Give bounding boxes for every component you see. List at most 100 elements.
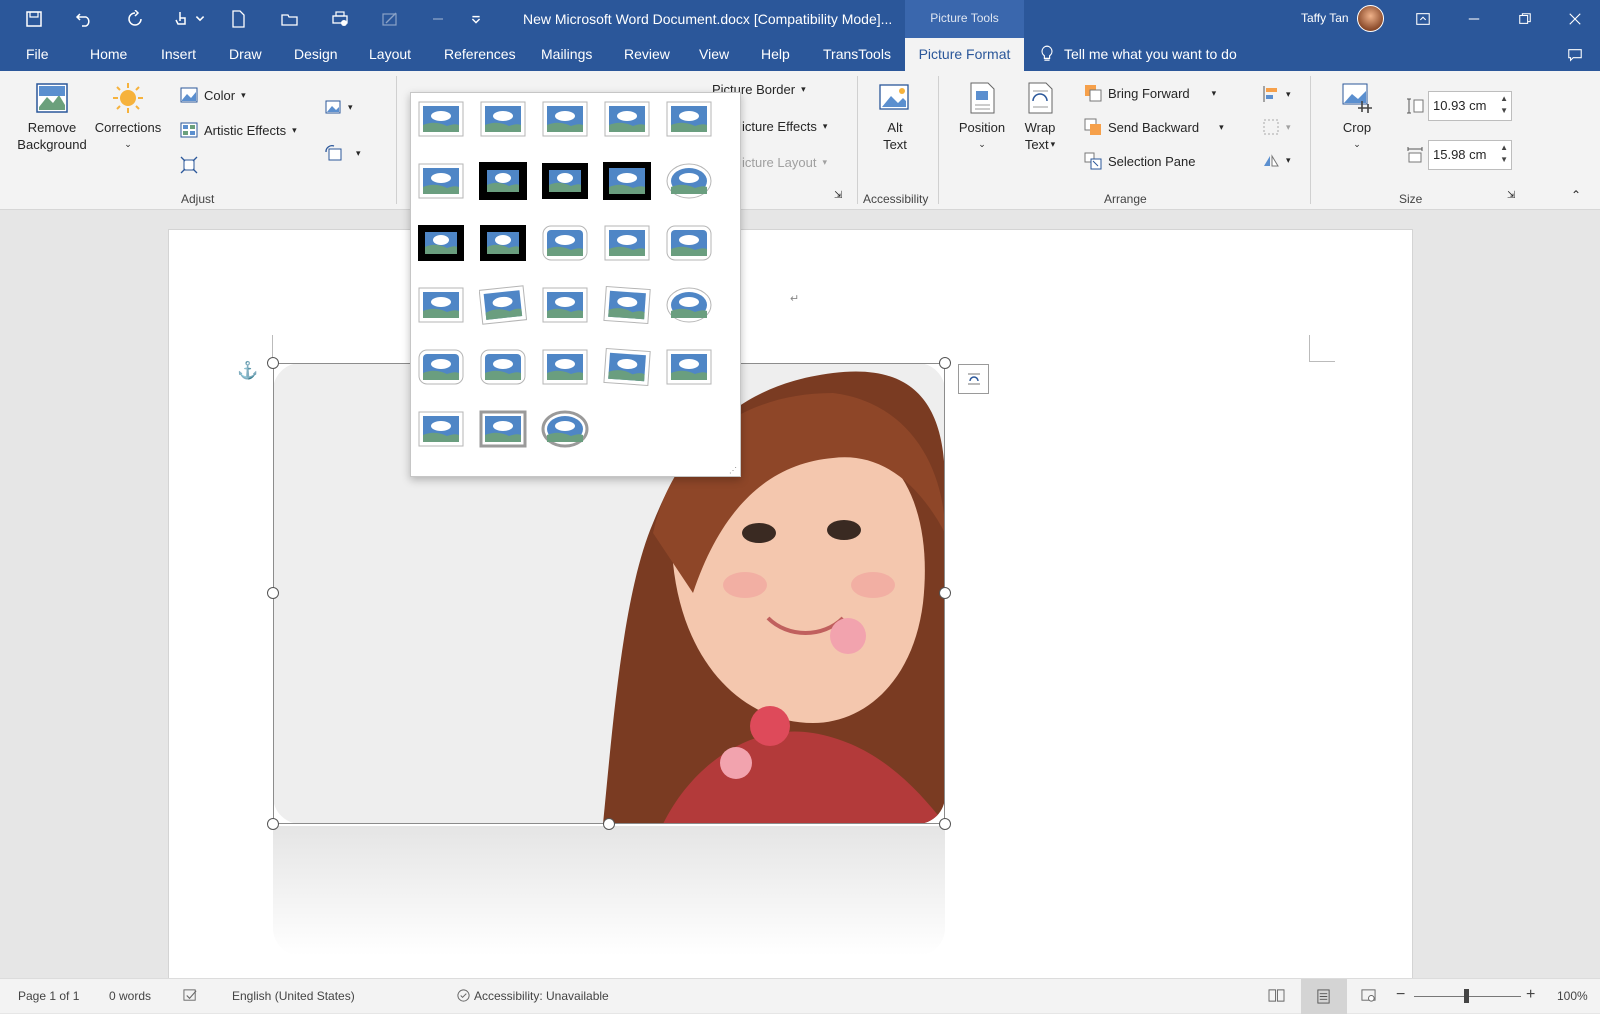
picture-style-option[interactable]	[479, 223, 527, 265]
picture-styles-launcher-icon[interactable]: ⇲	[834, 190, 842, 201]
bring-forward-button[interactable]: Bring Forward ▾	[1084, 84, 1216, 102]
tab-draw[interactable]: Draw	[229, 46, 262, 62]
collapse-ribbon-icon[interactable]: ⌃	[1571, 188, 1581, 202]
picture-style-option[interactable]	[479, 99, 527, 141]
tab-references[interactable]: References	[444, 46, 516, 62]
color-button[interactable]: Color ▾	[180, 86, 246, 104]
zoom-slider-thumb[interactable]	[1464, 989, 1469, 1003]
print-preview-icon[interactable]	[330, 9, 350, 29]
width-spinner[interactable]: ▲ ▼	[1500, 142, 1508, 166]
corrections-button[interactable]: Corrections ⌄	[92, 81, 164, 153]
tab-help[interactable]: Help	[761, 46, 790, 62]
picture-style-option[interactable]	[479, 285, 527, 327]
height-spinner[interactable]: ▲ ▼	[1500, 93, 1508, 117]
picture-style-option[interactable]	[417, 285, 465, 327]
minimize-icon[interactable]	[1459, 6, 1489, 32]
resize-grip-icon[interactable]: ⋰	[729, 466, 737, 475]
resize-handle[interactable]	[603, 818, 615, 830]
picture-style-option[interactable]	[479, 409, 527, 451]
ribbon-display-options-icon[interactable]	[1408, 6, 1438, 32]
picture-style-option[interactable]	[417, 223, 465, 265]
height-input[interactable]: 10.93 cm ▲ ▼	[1428, 91, 1512, 121]
picture-style-option[interactable]	[603, 347, 651, 389]
redo-icon[interactable]	[125, 9, 145, 29]
resize-handle[interactable]	[267, 357, 279, 369]
chevron-down-icon[interactable]	[194, 9, 206, 29]
artistic-effects-button[interactable]: Artistic Effects ▾	[180, 121, 297, 139]
picture-style-option[interactable]	[479, 161, 527, 203]
layout-options-button[interactable]	[958, 364, 989, 394]
align-button[interactable]: ▾	[1262, 85, 1291, 103]
picture-style-option[interactable]	[541, 223, 589, 265]
resize-handle[interactable]	[939, 357, 951, 369]
tab-view[interactable]: View	[699, 46, 729, 62]
undo-icon[interactable]	[74, 9, 94, 29]
tab-file[interactable]: File	[26, 46, 49, 62]
restore-icon[interactable]	[1510, 6, 1540, 32]
read-mode-icon[interactable]	[1268, 988, 1285, 1006]
picture-style-option[interactable]	[541, 409, 589, 451]
picture-style-option[interactable]	[541, 99, 589, 141]
picture-style-option[interactable]	[417, 347, 465, 389]
compress-pictures-button[interactable]	[180, 156, 198, 174]
picture-style-option[interactable]	[603, 223, 651, 265]
rotate-button[interactable]: ▾	[1262, 151, 1291, 169]
accessibility-status[interactable]: Accessibility: Unavailable	[474, 989, 609, 1003]
picture-style-option[interactable]	[417, 161, 465, 203]
picture-style-option[interactable]	[603, 285, 651, 327]
alt-text-button[interactable]: Alt Text	[872, 81, 918, 153]
save-icon[interactable]	[24, 9, 44, 29]
picture-style-option[interactable]	[541, 285, 589, 327]
picture-style-option[interactable]	[603, 161, 651, 203]
picture-effects-button[interactable]: icture Effects ▾	[742, 119, 827, 134]
remove-background-button[interactable]: Remove Background	[14, 81, 90, 153]
tab-design[interactable]: Design	[294, 46, 338, 62]
tab-picture-format[interactable]: Picture Format	[905, 38, 1024, 71]
zoom-in-icon[interactable]: +	[1526, 986, 1535, 1004]
proofing-icon[interactable]	[183, 988, 198, 1006]
page-count[interactable]: Page 1 of 1	[18, 989, 79, 1003]
picture-style-option[interactable]	[665, 347, 713, 389]
zoom-out-icon[interactable]: −	[1396, 986, 1405, 1004]
open-folder-icon[interactable]	[280, 9, 300, 29]
selection-pane-button[interactable]: Selection Pane	[1084, 152, 1195, 170]
zoom-level[interactable]: 100%	[1557, 989, 1588, 1003]
change-picture-button[interactable]: ▾	[324, 98, 353, 116]
avatar[interactable]	[1357, 5, 1384, 32]
picture-style-option[interactable]	[665, 99, 713, 141]
comments-icon[interactable]	[1560, 42, 1590, 68]
tell-me-search[interactable]: Tell me what you want to do	[1040, 45, 1237, 63]
picture-style-option[interactable]	[479, 347, 527, 389]
picture-style-option[interactable]	[665, 223, 713, 265]
tab-transtools[interactable]: TransTools	[823, 46, 891, 62]
picture-style-option[interactable]	[603, 99, 651, 141]
picture-style-option[interactable]	[665, 285, 713, 327]
picture-style-option[interactable]	[665, 161, 713, 203]
tab-mailings[interactable]: Mailings	[541, 46, 592, 62]
send-backward-button[interactable]: Send Backward ▾	[1084, 118, 1224, 136]
resize-handle[interactable]	[939, 587, 951, 599]
print-layout-button[interactable]	[1301, 979, 1347, 1014]
new-document-icon[interactable]	[228, 9, 248, 29]
size-launcher-icon[interactable]: ⇲	[1507, 190, 1515, 201]
resize-handle[interactable]	[939, 818, 951, 830]
tab-review[interactable]: Review	[624, 46, 670, 62]
tab-home[interactable]: Home	[90, 46, 127, 62]
touch-mode-icon[interactable]	[172, 9, 192, 29]
wrap-text-button[interactable]: Wrap Text ▾	[1018, 81, 1062, 153]
word-count[interactable]: 0 words	[109, 989, 151, 1003]
tab-insert[interactable]: Insert	[161, 46, 196, 62]
crop-button[interactable]: Crop ⌄	[1334, 81, 1380, 153]
user-name[interactable]: Taffy Tan	[1301, 11, 1349, 25]
customize-qat-icon[interactable]	[470, 9, 482, 29]
web-layout-icon[interactable]	[1361, 988, 1376, 1006]
tab-layout[interactable]: Layout	[369, 46, 411, 62]
resize-handle[interactable]	[267, 587, 279, 599]
reset-picture-button[interactable]: ▾	[324, 144, 361, 162]
picture-style-option[interactable]	[541, 347, 589, 389]
resize-handle[interactable]	[267, 818, 279, 830]
position-button[interactable]: Position ⌄	[954, 81, 1010, 153]
close-icon[interactable]	[1560, 6, 1590, 32]
picture-style-option[interactable]	[541, 161, 589, 203]
picture-style-option[interactable]	[417, 99, 465, 141]
